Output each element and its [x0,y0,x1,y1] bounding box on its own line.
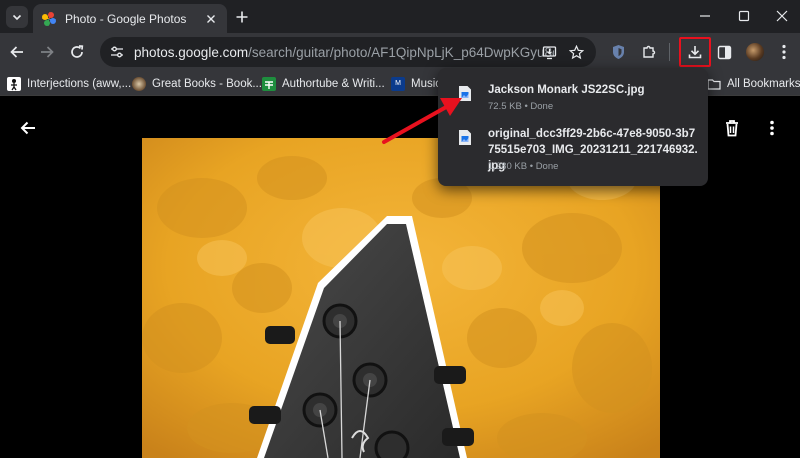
bookmark-interjections[interactable]: Interjections (aww,... [7,75,131,92]
plus-icon [236,11,248,23]
new-tab-button[interactable] [232,7,252,27]
bookmark-label: Music [411,77,442,90]
downloads-button[interactable] [679,37,711,67]
bookmark-favicon-icon [132,76,146,91]
google-sheets-icon [262,76,276,91]
side-panel-icon [717,45,731,59]
more-vert-icon [782,44,786,60]
close-window-button[interactable] [771,5,793,27]
extension-shield-button[interactable] [606,40,630,64]
forward-button[interactable] [35,40,59,64]
reload-icon [71,45,84,58]
bookmark-authortube[interactable]: Authortube & Writi... [262,75,385,92]
maximize-button[interactable] [733,5,755,27]
trash-icon [726,120,738,137]
close-icon[interactable] [203,11,219,27]
address-bar[interactable]: photos.google.com/search/guitar/photo/AF… [100,37,596,67]
download-filename: Jackson Monark JS22SC.jpg [488,84,645,96]
tab-search-button[interactable] [6,6,28,28]
download-status: 1,280 KB • Done [488,161,559,172]
download-status: 72.5 KB • Done [488,101,554,112]
minimize-button[interactable] [694,5,716,27]
folder-icon [707,78,721,90]
star-icon[interactable] [567,43,585,61]
minimize-icon [700,15,710,17]
download-item[interactable]: Jackson Monark JS22SC.jpg 72.5 KB • Done [438,80,708,114]
extensions-button[interactable] [637,40,661,64]
bookmark-great-books[interactable]: Great Books - Book... [132,75,262,92]
more-vert-icon [770,120,774,136]
url-path: /search/guitar/photo/AF1QipNpLjK_p64DwpK… [248,44,554,60]
close-icon [776,10,788,22]
bookmark-label: Interjections (aww,... [27,77,132,90]
tab-google-photos[interactable]: Photo - Google Photos [33,4,227,33]
bookmark-label: Great Books - Book... [152,77,262,90]
tab-strip: Photo - Google Photos [0,0,800,33]
download-item[interactable]: original_dcc3ff29-2b6c-47e8-9050-3b77551… [438,124,708,178]
arrow-left-icon [10,46,23,58]
side-panel-button[interactable] [712,40,736,64]
all-bookmarks-label: All Bookmarks [727,77,800,90]
browser-toolbar: photos.google.com/search/guitar/photo/AF… [0,33,800,71]
image-file-icon [459,86,471,101]
downloads-bubble: Jackson Monark JS22SC.jpg 72.5 KB • Done… [438,68,708,186]
photo-back-button[interactable] [16,116,40,140]
bookmark-favicon-icon [7,76,21,91]
all-bookmarks[interactable]: All Bookmarks [707,75,800,92]
google-photos-icon [42,11,56,26]
photo-more-button[interactable] [760,116,784,140]
tab-title: Photo - Google Photos [65,11,187,26]
toolbar-divider [669,43,670,61]
back-button[interactable] [5,40,29,64]
bookmark-label: Authortube & Writi... [282,77,385,90]
bookmark-favicon-icon: M [391,76,405,91]
chevron-down-icon [12,14,22,21]
reload-button[interactable] [65,40,89,64]
arrow-left-icon [20,121,35,135]
shield-icon [612,45,624,59]
image-file-icon [459,130,471,145]
bookmark-music[interactable]: M Music [391,75,441,92]
chrome-menu-button[interactable] [772,40,796,64]
delete-button[interactable] [720,116,744,140]
download-icon [688,46,702,59]
tune-icon[interactable] [108,43,126,61]
puzzle-icon [643,45,656,58]
profile-avatar[interactable] [746,43,764,61]
url-host: photos.google.com [134,44,249,60]
arrow-right-icon [41,46,54,58]
install-app-icon[interactable] [540,43,558,61]
guitar-photo [142,138,660,458]
maximize-icon [738,10,750,22]
url-text: photos.google.com/search/guitar/photo/AF… [134,45,554,60]
